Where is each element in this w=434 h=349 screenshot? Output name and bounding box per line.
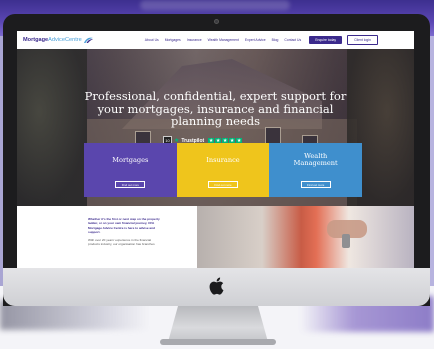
intro-margin bbox=[17, 206, 84, 268]
main-nav: About Us Mortgages Insurance Wealth Mana… bbox=[145, 38, 301, 42]
screen: Mortgage AdviceCentre About Us Mortgages … bbox=[17, 31, 414, 268]
site-logo[interactable]: Mortgage AdviceCentre bbox=[23, 37, 93, 44]
nav-wealth-management[interactable]: Wealth Management bbox=[208, 38, 239, 42]
logo-swoosh-icon bbox=[83, 37, 93, 43]
intro-text: Whether it's the first or next step on t… bbox=[88, 217, 160, 246]
find-out-more-button[interactable]: Find out more bbox=[115, 181, 146, 188]
nav-insurance[interactable]: Insurance bbox=[187, 38, 202, 42]
hero-tree-left bbox=[17, 49, 87, 206]
nav-expert-advice[interactable]: Expert Advice bbox=[245, 38, 266, 42]
photo-keys bbox=[342, 234, 350, 248]
intro-section: Whether it's the first or next step on t… bbox=[17, 206, 414, 268]
card-title: Insurance bbox=[206, 156, 240, 164]
card-title: Mortgages bbox=[112, 156, 149, 164]
apple-logo-icon bbox=[209, 277, 224, 295]
client-login-button[interactable]: Client login bbox=[347, 35, 378, 45]
hero-heading: Professional, confidential, expert suppo… bbox=[84, 89, 347, 128]
service-cards: Mortgages Find out more Insurance Find o… bbox=[84, 143, 363, 197]
background-blur bbox=[140, 0, 290, 10]
logo-text-advice-centre: AdviceCentre bbox=[48, 37, 82, 43]
enquire-today-button[interactable]: Enquire today bbox=[309, 36, 343, 44]
card-insurance[interactable]: Insurance Find out more bbox=[176, 143, 270, 197]
camera-icon bbox=[214, 19, 219, 24]
intro-body-paragraph: With over 20 years' experience in the fi… bbox=[88, 237, 155, 247]
site-header: Mortgage AdviceCentre About Us Mortgages … bbox=[17, 31, 414, 49]
nav-contact-us[interactable]: Contact Us bbox=[284, 38, 301, 42]
imac-stand bbox=[168, 306, 268, 342]
find-out-more-button[interactable]: Find out more bbox=[300, 181, 331, 188]
nav-blog[interactable]: Blog bbox=[272, 38, 279, 42]
find-out-more-button[interactable]: Find out more bbox=[208, 181, 238, 188]
card-mortgages[interactable]: Mortgages Find out more bbox=[84, 143, 177, 197]
nav-mortgages[interactable]: Mortgages bbox=[165, 38, 181, 42]
intro-photo-keys bbox=[197, 206, 414, 268]
nav-about-us[interactable]: About Us bbox=[145, 38, 159, 42]
intro-lead-paragraph: Whether it's the first or next step on t… bbox=[88, 217, 160, 235]
card-wealth-management[interactable]: Wealth Management Find out more bbox=[269, 143, 363, 197]
imac-stand-base bbox=[160, 339, 276, 345]
card-title: Wealth Management bbox=[293, 152, 338, 167]
logo-text-mortgage: Mortgage bbox=[23, 37, 49, 43]
